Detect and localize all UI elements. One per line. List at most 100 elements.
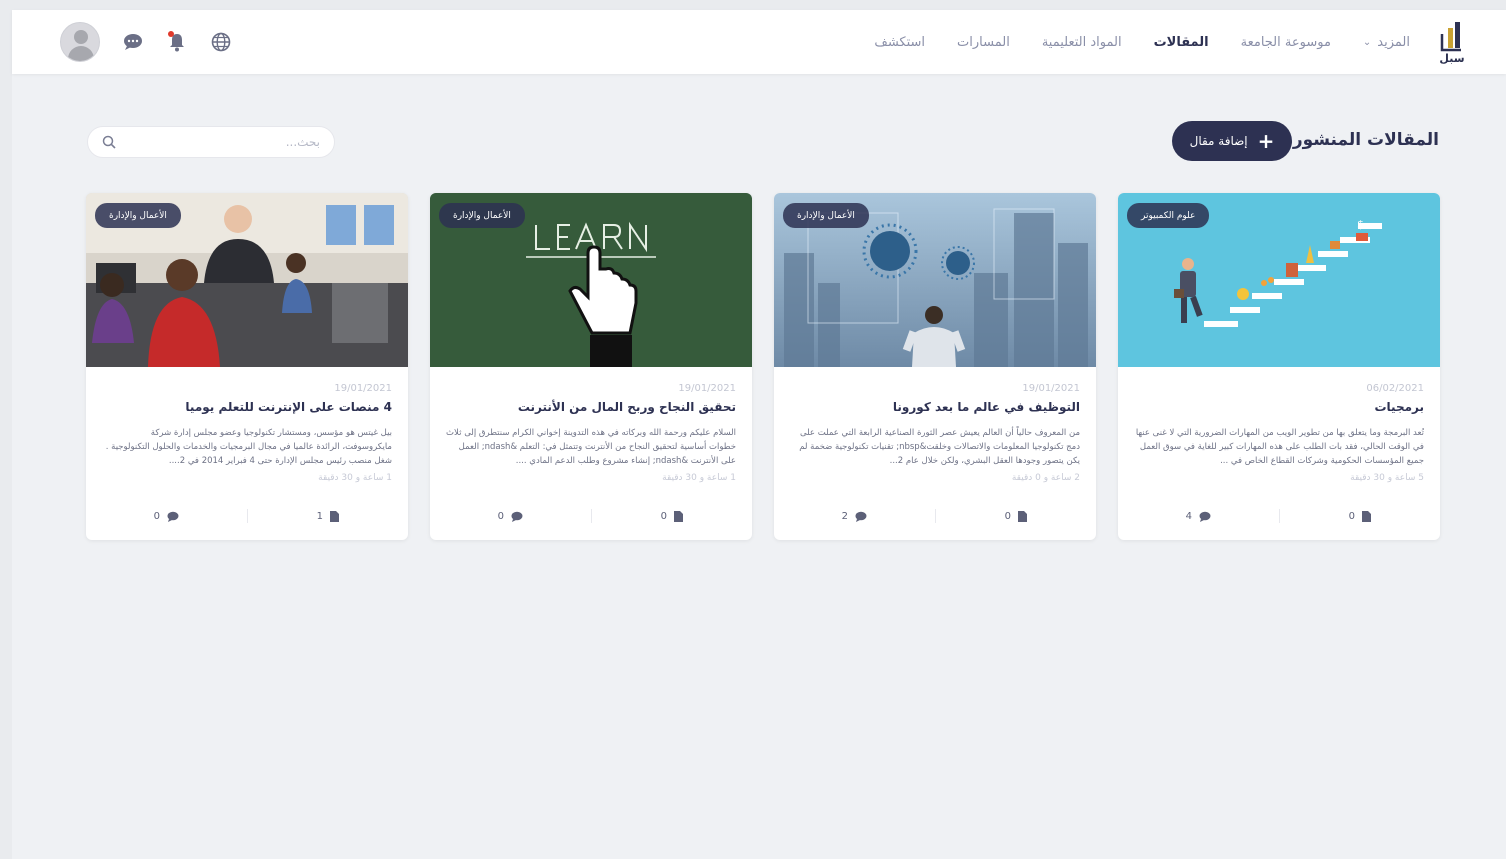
nav-more-dropdown[interactable]: المزيد ⌄ xyxy=(1363,35,1410,50)
article-stats: 0 2 xyxy=(774,492,1096,540)
avatar-body xyxy=(68,46,94,61)
article-excerpt: تُعد البرمجة وما يتعلق بها من تطوير الوي… xyxy=(1135,428,1424,466)
logo-text: سبل xyxy=(1439,52,1465,65)
stat-divider xyxy=(1278,509,1280,523)
main-nav: استكشف المسارات المواد التعليمية المقالا… xyxy=(874,10,1410,74)
article-card[interactable]: الأعمال والإدارة 19/01/2021 التوظيف في ع… xyxy=(774,193,1096,540)
bell-icon[interactable] xyxy=(166,31,188,53)
page-title: المقالات المنشورة xyxy=(1282,130,1439,150)
comment-icon xyxy=(167,511,179,522)
stat-divider xyxy=(934,509,936,523)
add-article-label: إضافة مقال xyxy=(1189,134,1248,148)
files-stat: 0 xyxy=(592,510,753,522)
nav-label: المسارات xyxy=(957,34,1010,50)
chat-icon[interactable] xyxy=(122,31,144,53)
category-badge: الأعمال والإدارة xyxy=(95,203,181,228)
stat-divider xyxy=(590,509,592,523)
comments-stat: 0 xyxy=(430,511,591,522)
user-avatar[interactable] xyxy=(60,22,100,62)
article-body: 19/01/2021 تحقيق النجاح وربح المال من ال… xyxy=(430,367,752,483)
chat-icon-glyph xyxy=(124,34,142,50)
article-title[interactable]: التوظيف في عالم ما بعد كورونا xyxy=(790,400,1080,414)
brand-logo[interactable]: سبل xyxy=(1436,20,1468,70)
article-title[interactable]: 4 منصات على الإنترنت للتعلم يوميا xyxy=(102,400,392,414)
nav-label: استكشف xyxy=(874,34,926,50)
article-body: 19/01/2021 4 منصات على الإنترنت للتعلم ي… xyxy=(86,367,408,483)
files-stat: 0 xyxy=(936,510,1097,522)
globe-icon[interactable] xyxy=(210,31,232,53)
articles-grid: $ علوم الكمبيوتر 06/02/2021 برمجيات تُعد… xyxy=(86,193,1440,540)
svg-text:$: $ xyxy=(1357,218,1364,231)
read-time: 2 ساعة و 0 دقيقة xyxy=(1011,473,1080,483)
header-actions xyxy=(60,22,232,62)
category-badge: علوم الكمبيوتر xyxy=(1127,203,1210,228)
app-window: سبل استكشف المسارات المواد التعليمية الم… xyxy=(12,10,1506,859)
comments-stat: 4 xyxy=(1118,511,1279,522)
article-date: 19/01/2021 xyxy=(1022,383,1080,394)
article-stats: 0 4 xyxy=(1118,492,1440,540)
comments-stat: 0 xyxy=(86,511,247,522)
nav-explore[interactable]: استكشف xyxy=(874,35,925,50)
nav-articles[interactable]: المقالات xyxy=(1154,35,1209,50)
article-excerpt: من المعروف حالياً أن العالم يعيش عصر الث… xyxy=(799,428,1080,466)
comments-count: 2 xyxy=(841,510,848,522)
file-icon xyxy=(1017,510,1027,522)
comment-icon xyxy=(855,511,867,522)
files-count: 0 xyxy=(1348,510,1355,522)
read-time: 1 ساعة و 30 دقيقة xyxy=(318,473,392,483)
comments-stat: 2 xyxy=(774,511,935,522)
read-time: 1 ساعة و 30 دقيقة xyxy=(662,473,736,483)
search-input[interactable] xyxy=(116,135,320,149)
article-image-programming: $ علوم الكمبيوتر xyxy=(1118,193,1440,367)
file-icon xyxy=(673,510,683,522)
article-excerpt: السلام عليكم ورحمة الله وبركاته في هذه ا… xyxy=(446,428,736,466)
nav-university-encyclopedia[interactable]: موسوعة الجامعة xyxy=(1241,35,1331,50)
nav-label: موسوعة الجامعة xyxy=(1240,34,1331,50)
file-icon xyxy=(1361,510,1371,522)
nav-label: المزيد xyxy=(1377,34,1410,50)
top-navbar: سبل استكشف المسارات المواد التعليمية الم… xyxy=(12,10,1506,74)
files-count: 1 xyxy=(316,510,323,522)
add-article-button[interactable]: + إضافة مقال xyxy=(1172,121,1292,161)
article-image-learn: الأعمال والإدارة xyxy=(430,193,752,367)
category-badge: الأعمال والإدارة xyxy=(783,203,869,228)
article-body: 19/01/2021 التوظيف في عالم ما بعد كورونا… xyxy=(774,367,1096,483)
comment-icon xyxy=(511,511,523,522)
comment-icon xyxy=(1199,511,1211,522)
stat-divider xyxy=(246,509,248,523)
article-stats: 1 0 xyxy=(86,492,408,540)
logo-mark-icon xyxy=(1440,22,1461,52)
read-time: 5 ساعة و 30 دقيقة xyxy=(1350,473,1424,483)
article-title[interactable]: برمجيات xyxy=(1134,400,1424,414)
files-stat: 0 xyxy=(1280,510,1441,522)
article-card[interactable]: الأعمال والإدارة 19/01/2021 4 منصات على … xyxy=(86,193,408,540)
article-card[interactable]: $ علوم الكمبيوتر 06/02/2021 برمجيات تُعد… xyxy=(1118,193,1440,540)
globe-icon-glyph xyxy=(211,32,231,52)
nav-learning-materials[interactable]: المواد التعليمية xyxy=(1042,35,1122,50)
article-title[interactable]: تحقيق النجاح وربح المال من الأنترنت xyxy=(446,400,736,414)
chevron-down-icon: ⌄ xyxy=(1362,36,1372,48)
comments-count: 0 xyxy=(497,510,504,522)
comments-count: 0 xyxy=(153,510,160,522)
comments-count: 4 xyxy=(1185,510,1192,522)
article-card[interactable]: الأعمال والإدارة 19/01/2021 تحقيق النجاح… xyxy=(430,193,752,540)
files-stat: 1 xyxy=(248,510,409,522)
article-excerpt: بيل غيتس هو مؤسس، ومستشار تكنولوجيا وعضو… xyxy=(105,428,392,466)
search-icon[interactable] xyxy=(102,135,116,149)
plus-icon: + xyxy=(1257,129,1275,153)
article-date: 19/01/2021 xyxy=(334,383,392,394)
notification-dot xyxy=(168,31,174,37)
article-image-classroom: الأعمال والإدارة xyxy=(86,193,408,367)
files-count: 0 xyxy=(660,510,667,522)
article-date: 06/02/2021 xyxy=(1366,383,1424,394)
nav-paths[interactable]: المسارات xyxy=(957,35,1010,50)
article-stats: 0 0 xyxy=(430,492,752,540)
article-body: 06/02/2021 برمجيات تُعد البرمجة وما يتعل… xyxy=(1118,367,1440,483)
nav-label: المواد التعليمية xyxy=(1041,34,1122,50)
search-box[interactable] xyxy=(87,126,335,158)
file-icon xyxy=(329,510,339,522)
category-badge: الأعمال والإدارة xyxy=(439,203,525,228)
article-date: 19/01/2021 xyxy=(678,383,736,394)
nav-label: المقالات xyxy=(1153,34,1209,50)
files-count: 0 xyxy=(1004,510,1011,522)
